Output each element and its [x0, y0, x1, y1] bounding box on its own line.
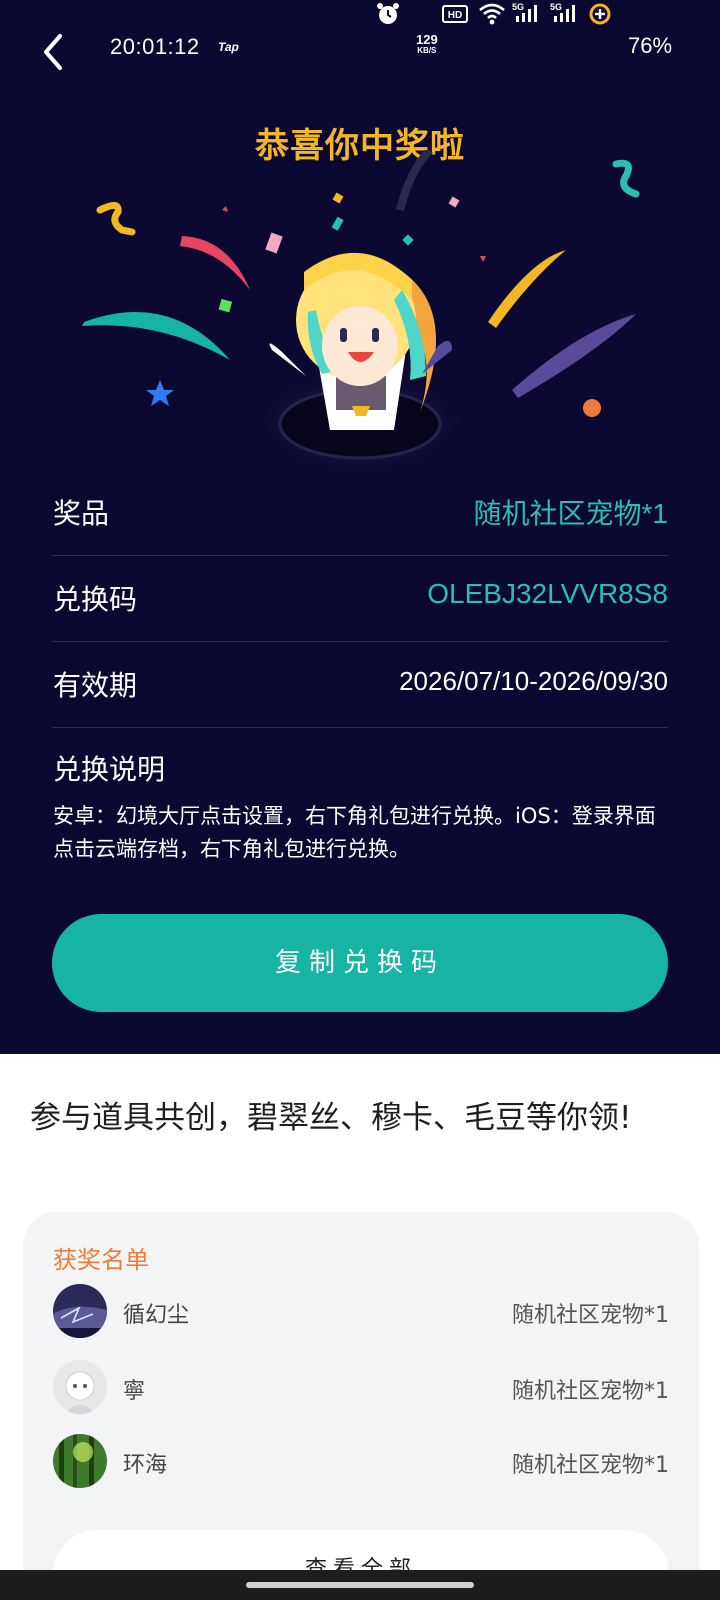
network-speed: 129 KB/S [416, 32, 438, 55]
battery-percentage: 76% [628, 33, 673, 58]
hd-icon: HD [442, 5, 468, 23]
tap-app-indicator: Tap [218, 40, 239, 54]
svg-text:5G: 5G [550, 2, 562, 12]
svg-text:5G: 5G [512, 2, 524, 12]
reward-panel: 20:01:12 Tap 129 KB/S HD 5G 5G 76% 恭喜你中奖… [0, 0, 720, 1054]
winner-prize: 随机社区宠物*1 [512, 1379, 669, 1404]
winner-row: 寧 随机社区宠物*1 [53, 1360, 669, 1416]
redeem-code-row: 兑换码 OLEBJ32LVVR8S8 [52, 556, 668, 642]
avatar [53, 1360, 107, 1414]
winner-row: 循幻尘 随机社区宠物*1 [53, 1284, 669, 1340]
battery-saver-icon [589, 3, 611, 25]
copy-code-button[interactable]: 复制兑换码 [52, 914, 668, 1012]
alarm-icon [377, 3, 399, 24]
winner-prize: 随机社区宠物*1 [512, 1303, 669, 1328]
back-arrow-icon[interactable] [36, 30, 72, 74]
winner-row: 环海 随机社区宠物*1 [53, 1434, 669, 1490]
reward-details: 奖品 随机社区宠物*1 兑换码 OLEBJ32LVVR8S8 有效期 2026/… [52, 470, 668, 728]
promo-text: 参与道具共创，碧翠丝、穆卡、毛豆等你领! [30, 1100, 632, 1136]
wifi-icon [479, 3, 505, 25]
winner-name: 循幻尘 [123, 1303, 190, 1328]
signal-5g-icon: 5G [512, 2, 537, 22]
status-time: 20:01:12 [110, 34, 200, 59]
validity-value: 2026/07/10-2026/09/30 [399, 666, 668, 696]
winner-name: 环海 [123, 1453, 168, 1478]
avatar [53, 1434, 107, 1488]
prize-row: 奖品 随机社区宠物*1 [52, 470, 668, 556]
validity-label: 有效期 [53, 669, 138, 702]
signal-5g-icon: 5G [550, 2, 575, 22]
instructions-text: 安卓：幻境大厅点击设置，右下角礼包进行兑换。iOS：登录界面点击云端存档，右下角… [53, 804, 656, 861]
prize-label: 奖品 [53, 497, 110, 530]
system-navigation-bar [0, 1570, 720, 1600]
validity-row: 有效期 2026/07/10-2026/09/30 [52, 642, 668, 728]
celebration-illustration [82, 150, 640, 476]
winner-prize: 随机社区宠物*1 [512, 1453, 669, 1478]
status-bar: 20:01:12 Tap 129 KB/S HD 5G 5G 76% [0, 0, 720, 96]
winners-card: 获奖名单 循幻尘 随机社区宠物*1 寧 随机社区宠物*1 环海 随机社区宠物*1 [23, 1212, 699, 1600]
home-gesture-bar[interactable] [246, 1582, 474, 1588]
winners-title: 获奖名单 [53, 1246, 149, 1274]
avatar [53, 1284, 107, 1338]
redeem-code-label: 兑换码 [53, 583, 138, 616]
prize-value: 随机社区宠物*1 [473, 498, 668, 529]
svg-text:HD: HD [448, 10, 462, 21]
winner-name: 寧 [123, 1379, 146, 1404]
instructions-title: 兑换说明 [53, 753, 166, 786]
redeem-code-value[interactable]: OLEBJ32LVVR8S8 [427, 578, 668, 610]
